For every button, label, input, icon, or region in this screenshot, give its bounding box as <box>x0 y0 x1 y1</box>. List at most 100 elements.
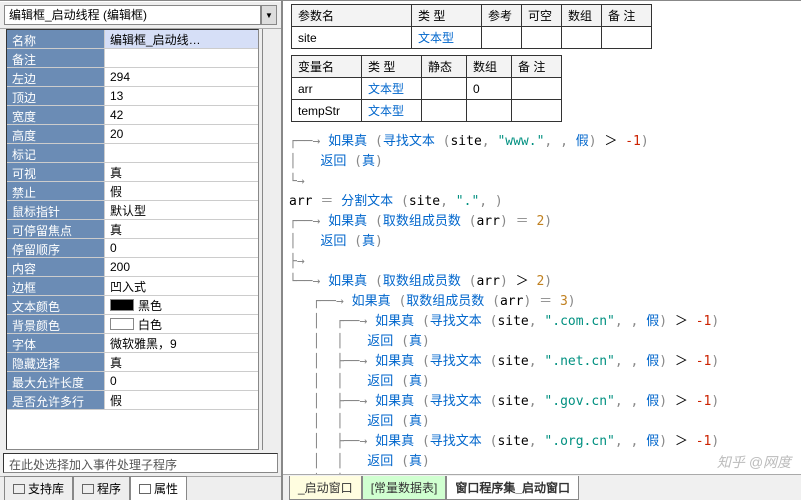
property-row[interactable]: 标记 <box>7 144 258 163</box>
th-var-name: 变量名 <box>292 56 362 78</box>
table-header-row: 参数名 类 型 参考 可空 数组 备 注 <box>292 5 652 27</box>
property-label: 顶边 <box>7 87 105 105</box>
dropdown-button[interactable]: ▼ <box>261 5 277 25</box>
left-pane: 编辑框_启动线程 (编辑框) ▼ 名称编辑框_启动线…备注左边294顶边13宽度… <box>0 1 283 500</box>
th-static: 静态 <box>422 56 467 78</box>
th-array: 数组 <box>562 5 602 27</box>
property-row[interactable]: 禁止假 <box>7 182 258 201</box>
app-root: 编辑框_启动线程 (编辑框) ▼ 名称编辑框_启动线…备注左边294顶边13宽度… <box>0 0 801 500</box>
property-label: 隐藏选择 <box>7 353 105 371</box>
property-row[interactable]: 是否允许多行假 <box>7 391 258 410</box>
tab-window-procset[interactable]: 窗口程序集_启动窗口 <box>446 476 579 500</box>
property-label: 备注 <box>7 49 105 67</box>
right-pane: 参数名 类 型 参考 可空 数组 备 注 site 文本型 变量名 类 型 静 <box>283 1 801 500</box>
param-table[interactable]: 参数名 类 型 参考 可空 数组 备 注 site 文本型 <box>291 4 652 49</box>
property-row[interactable]: 名称编辑框_启动线… <box>7 30 258 49</box>
property-row[interactable]: 可视真 <box>7 163 258 182</box>
property-row[interactable]: 鼠标指针默认型 <box>7 201 258 220</box>
property-row[interactable]: 可停留焦点真 <box>7 220 258 239</box>
property-label: 字体 <box>7 334 105 352</box>
property-row[interactable]: 内容200 <box>7 258 258 277</box>
property-value[interactable]: 白色 <box>105 315 258 333</box>
property-value[interactable]: 42 <box>105 106 258 124</box>
property-label: 禁止 <box>7 182 105 200</box>
property-value[interactable]: 微软雅黑，9 <box>105 334 258 352</box>
property-row[interactable]: 最大允许长度0 <box>7 372 258 391</box>
property-label: 宽度 <box>7 106 105 124</box>
property-row[interactable]: 左边294 <box>7 68 258 87</box>
property-label: 文本颜色 <box>7 296 105 314</box>
property-value[interactable]: 默认型 <box>105 201 258 219</box>
table-row[interactable]: arr 文本型 0 <box>292 78 562 100</box>
table-row[interactable]: tempStr 文本型 <box>292 100 562 122</box>
property-row[interactable]: 边框凹入式 <box>7 277 258 296</box>
property-value[interactable]: 假 <box>105 182 258 200</box>
left-tabs: 支持库 程序 属性 <box>0 476 281 500</box>
property-value[interactable]: 假 <box>105 391 258 409</box>
property-label: 边框 <box>7 277 105 295</box>
tab-start-window[interactable]: _启动窗口 <box>289 476 362 500</box>
property-row[interactable]: 高度20 <box>7 125 258 144</box>
var-table[interactable]: 变量名 类 型 静态 数组 备 注 arr 文本型 0 tempStr 文本型 <box>291 55 562 122</box>
property-value[interactable]: 真 <box>105 220 258 238</box>
color-swatch <box>110 318 134 330</box>
property-row[interactable]: 隐藏选择真 <box>7 353 258 372</box>
property-grid[interactable]: 名称编辑框_启动线…备注左边294顶边13宽度42高度20标记可视真禁止假鼠标指… <box>6 29 259 450</box>
property-label: 背景颜色 <box>7 315 105 333</box>
property-row[interactable]: 文本颜色黑色 <box>7 296 258 315</box>
property-label: 标记 <box>7 144 105 162</box>
property-label: 内容 <box>7 258 105 276</box>
right-tabs: _启动窗口 [常量数据表] 窗口程序集_启动窗口 <box>283 474 801 500</box>
property-value[interactable] <box>105 144 258 162</box>
sheet-icon <box>139 484 151 494</box>
property-value[interactable]: 0 <box>105 239 258 257</box>
th-type: 类 型 <box>362 56 422 78</box>
tab-const-table[interactable]: [常量数据表] <box>362 476 447 500</box>
code-editor[interactable]: ┌──→ 如果真 (寻找文本 (site, "www.", , 假) ＞ -1)… <box>283 130 801 474</box>
th-note: 备 注 <box>602 5 652 27</box>
property-value[interactable]: 真 <box>105 353 258 371</box>
property-row[interactable]: 宽度42 <box>7 106 258 125</box>
object-selector[interactable]: 编辑框_启动线程 (编辑框) <box>4 5 261 25</box>
property-row[interactable]: 字体微软雅黑，9 <box>7 334 258 353</box>
property-value[interactable]: 编辑框_启动线… <box>105 30 258 48</box>
property-value[interactable]: 0 <box>105 372 258 390</box>
th-type: 类 型 <box>412 5 482 27</box>
scrollbar-vertical[interactable] <box>262 29 278 450</box>
property-label: 是否允许多行 <box>7 391 105 409</box>
property-value[interactable]: 真 <box>105 163 258 181</box>
property-label: 可视 <box>7 163 105 181</box>
property-label: 最大允许长度 <box>7 372 105 390</box>
property-label: 停留顺序 <box>7 239 105 257</box>
tab-support-lib[interactable]: 支持库 <box>4 476 73 500</box>
property-value[interactable]: 13 <box>105 87 258 105</box>
property-value[interactable]: 20 <box>105 125 258 143</box>
list-icon <box>82 484 94 494</box>
property-label: 高度 <box>7 125 105 143</box>
th-null: 可空 <box>522 5 562 27</box>
th-ref: 参考 <box>482 5 522 27</box>
th-param-name: 参数名 <box>292 5 412 27</box>
property-label: 左边 <box>7 68 105 86</box>
tables-area: 参数名 类 型 参考 可空 数组 备 注 site 文本型 变量名 类 型 静 <box>283 1 801 130</box>
property-value[interactable]: 200 <box>105 258 258 276</box>
property-label: 鼠标指针 <box>7 201 105 219</box>
tab-program[interactable]: 程序 <box>73 476 130 500</box>
book-icon <box>13 484 25 494</box>
property-value[interactable] <box>105 49 258 67</box>
property-row[interactable]: 备注 <box>7 49 258 68</box>
property-value[interactable]: 凹入式 <box>105 277 258 295</box>
tab-properties[interactable]: 属性 <box>130 476 187 500</box>
table-header-row: 变量名 类 型 静态 数组 备 注 <box>292 56 562 78</box>
th-note: 备 注 <box>512 56 562 78</box>
object-selector-row: 编辑框_启动线程 (编辑框) ▼ <box>0 1 281 29</box>
event-hint[interactable]: 在此处选择加入事件处理子程序 <box>3 453 278 473</box>
table-row[interactable]: site 文本型 <box>292 27 652 49</box>
property-row[interactable]: 背景颜色白色 <box>7 315 258 334</box>
property-label: 可停留焦点 <box>7 220 105 238</box>
property-row[interactable]: 停留顺序0 <box>7 239 258 258</box>
property-row[interactable]: 顶边13 <box>7 87 258 106</box>
color-swatch <box>110 299 134 311</box>
property-value[interactable]: 黑色 <box>105 296 258 314</box>
property-value[interactable]: 294 <box>105 68 258 86</box>
